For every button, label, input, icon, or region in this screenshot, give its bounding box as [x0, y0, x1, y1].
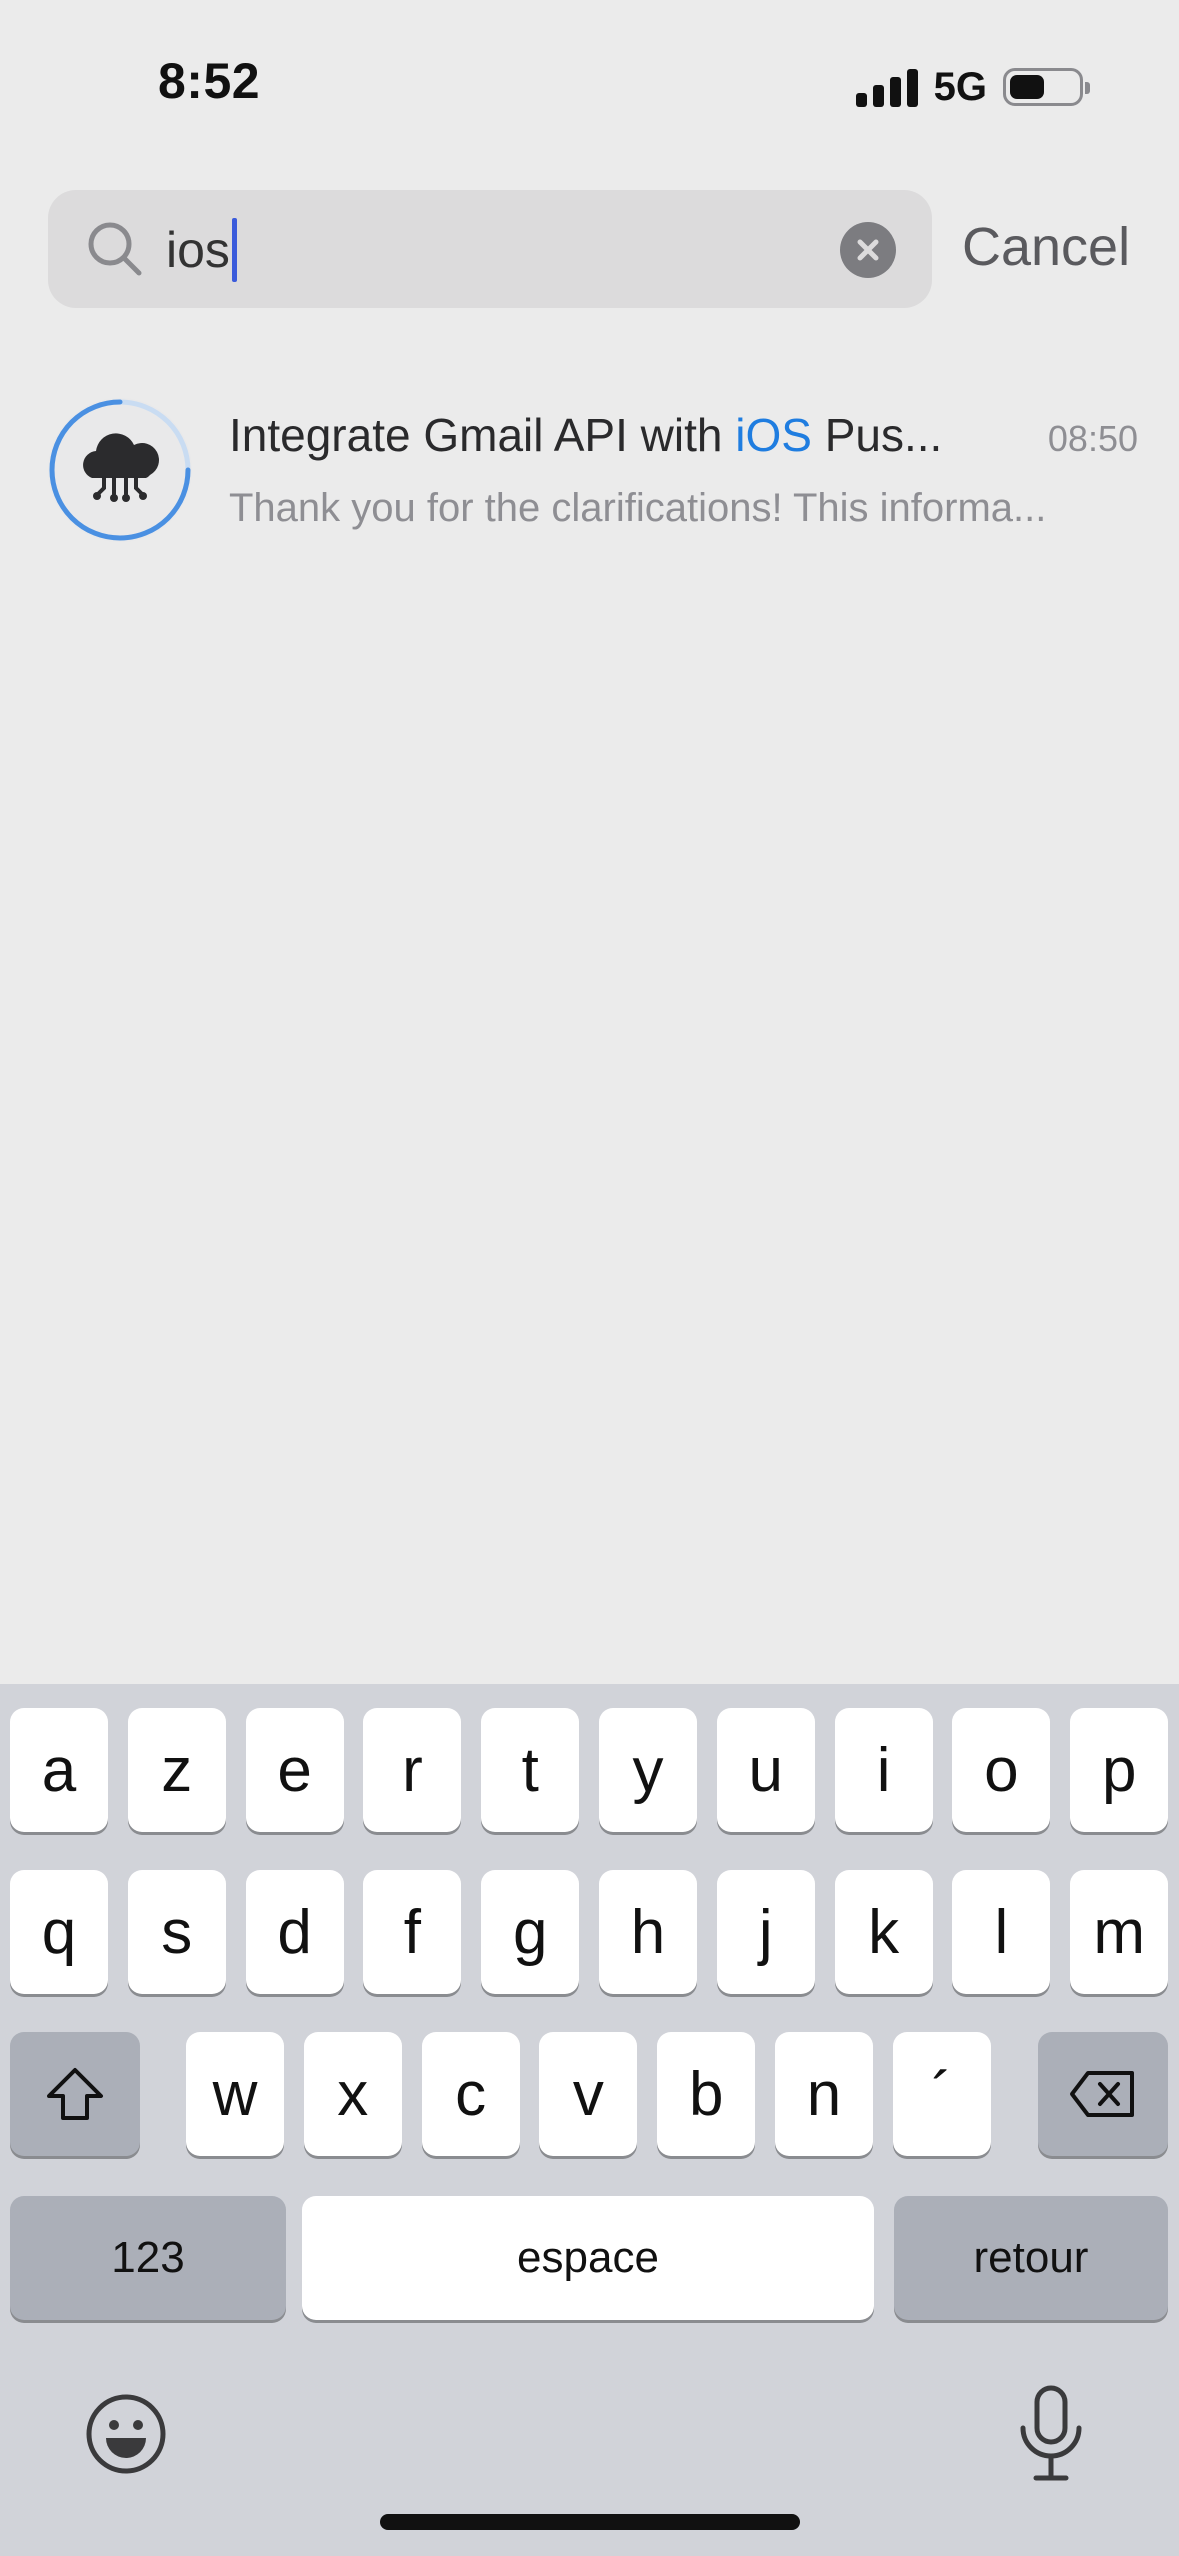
result-timestamp: 08:50: [1047, 418, 1138, 459]
battery-icon: [1003, 68, 1090, 106]
status-indicators: 5G: [855, 62, 1090, 112]
text-caret: [231, 218, 237, 282]
shift-icon: [47, 2068, 103, 2120]
space-key[interactable]: espace: [302, 2196, 874, 2320]
key-4-row1[interactable]: r: [363, 1708, 462, 1832]
key-5-row2[interactable]: g: [481, 1870, 580, 1994]
key-5-row3[interactable]: b: [657, 2032, 756, 2156]
key-3-row2[interactable]: d: [245, 1870, 344, 1994]
key-8-row1[interactable]: i: [834, 1708, 933, 1832]
screen: 8:52 5G ios Cancel Integrate Gmail API w…: [0, 0, 1179, 2556]
result-title-text: Integrate Gmail API with: [229, 409, 736, 461]
result-title-highlight: iOS: [735, 409, 812, 461]
search-query-text: ios: [166, 222, 230, 278]
chat-avatar: [48, 398, 192, 542]
cloud-network-icon: [49, 399, 191, 541]
delete-key[interactable]: [1038, 2032, 1168, 2156]
key-6-row1[interactable]: y: [599, 1708, 697, 1832]
key-4-row3[interactable]: v: [539, 2032, 638, 2156]
key-5-row1[interactable]: t: [481, 1708, 580, 1832]
search-result-item[interactable]: Integrate Gmail API with iOS Pus... 08:5…: [48, 398, 1138, 548]
home-indicator[interactable]: [380, 2514, 800, 2530]
search-bar[interactable]: ios: [48, 190, 932, 308]
dictation-button[interactable]: [1014, 2384, 1088, 2484]
key-7-row1[interactable]: u: [716, 1708, 815, 1832]
key-2-row1[interactable]: z: [127, 1708, 226, 1832]
key-9-row2[interactable]: l: [952, 1870, 1051, 1994]
key-8-row2[interactable]: k: [834, 1870, 933, 1994]
search-input[interactable]: ios: [166, 218, 237, 282]
keyboard: 123 espace retour azertyuiop qsdfghjklm wx…: [0, 1684, 1179, 2556]
key-10-row1[interactable]: p: [1070, 1708, 1169, 1832]
clear-search-button[interactable]: [840, 222, 896, 278]
key-6-row3[interactable]: n: [775, 2032, 873, 2156]
key-2-row2[interactable]: s: [127, 1870, 226, 1994]
result-title-rest: Pus...: [811, 409, 943, 461]
key-6-row2[interactable]: h: [599, 1870, 697, 1994]
key-1-row2[interactable]: q: [10, 1870, 108, 1994]
network-type: 5G: [933, 64, 987, 109]
cancel-button[interactable]: Cancel: [962, 216, 1130, 278]
key-3-row1[interactable]: e: [245, 1708, 344, 1832]
microphone-icon: [1020, 2385, 1082, 2481]
shift-key[interactable]: [10, 2032, 140, 2156]
return-key[interactable]: retour: [894, 2196, 1168, 2320]
result-title: Integrate Gmail API with iOS Pus...: [229, 408, 1029, 462]
key-2-row3[interactable]: x: [303, 2032, 402, 2156]
status-time: 8:52: [158, 53, 261, 109]
result-preview: Thank you for the clarifications! This i…: [229, 486, 1047, 530]
key-10-row2[interactable]: m: [1070, 1870, 1169, 1994]
key-1-row1[interactable]: a: [10, 1708, 108, 1832]
cellular-signal-icon: [855, 67, 918, 107]
key-1-row3[interactable]: w: [186, 2032, 284, 2156]
search-icon: [88, 222, 142, 276]
backspace-icon: [1070, 2071, 1134, 2117]
key-4-row2[interactable]: f: [363, 1870, 462, 1994]
emoji-button[interactable]: [84, 2392, 168, 2476]
numbers-key[interactable]: 123: [10, 2196, 286, 2320]
key-9-row1[interactable]: o: [952, 1708, 1051, 1832]
close-icon: [857, 239, 879, 261]
emoji-icon: [86, 2394, 166, 2474]
key-3-row3[interactable]: c: [421, 2032, 520, 2156]
key-7-row2[interactable]: j: [716, 1870, 815, 1994]
key-7-row3[interactable]: ´: [892, 2032, 991, 2156]
